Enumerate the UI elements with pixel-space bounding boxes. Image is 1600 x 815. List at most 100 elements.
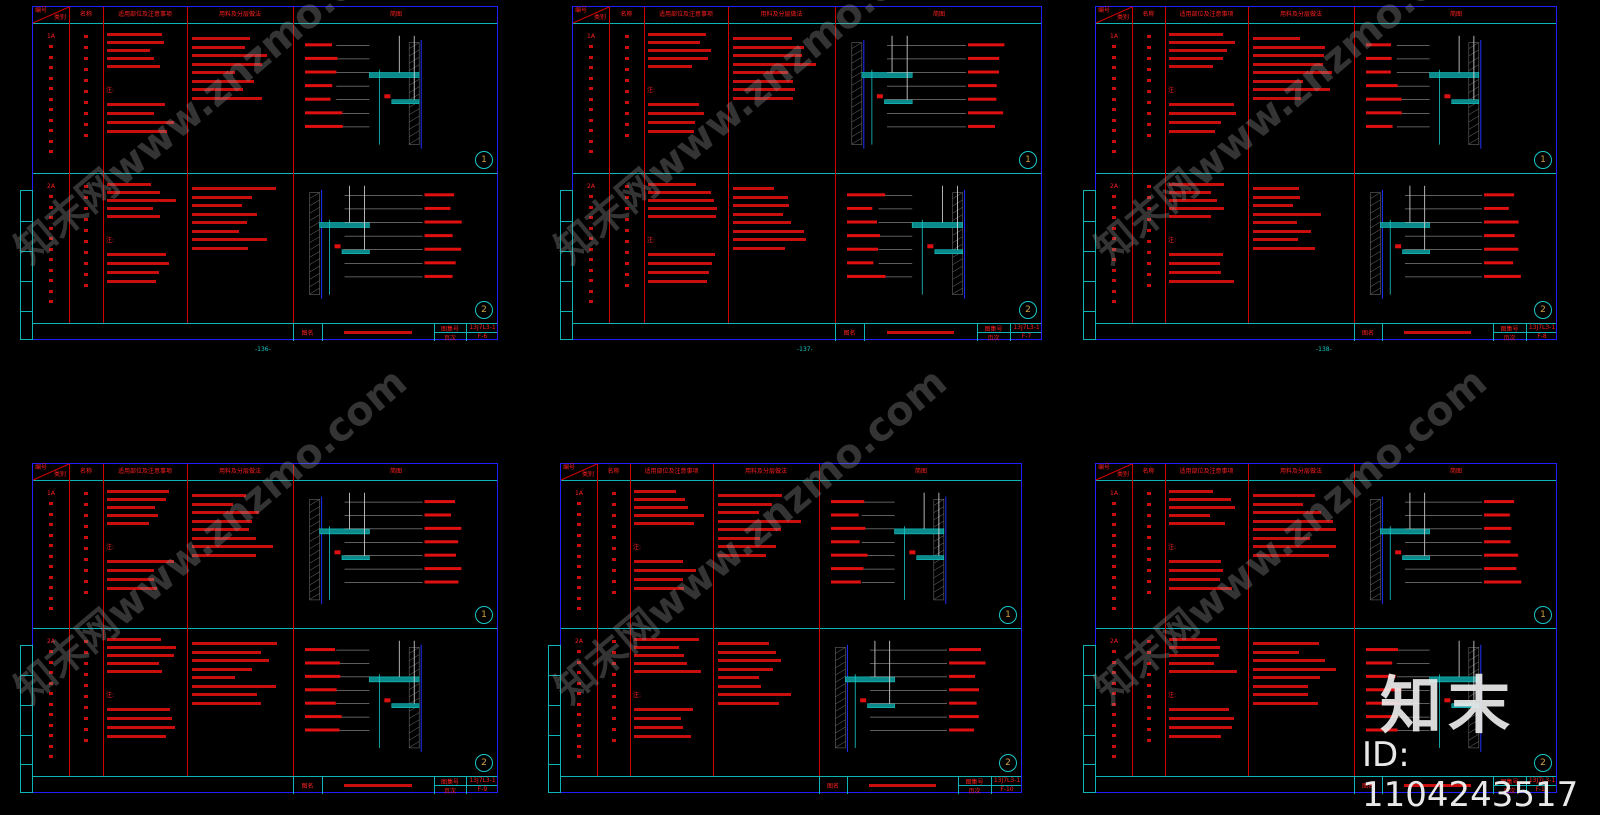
row-category-char — [49, 268, 53, 272]
wall-hatch — [1370, 593, 1381, 600]
materials-text-line — [192, 693, 257, 696]
usage-text-line — [634, 654, 685, 657]
header-sketch: 简图 — [932, 11, 945, 18]
row-name-char — [1146, 46, 1151, 49]
detail-number-circle: 1 — [999, 606, 1017, 624]
side-strip-divider — [21, 310, 32, 312]
wall-hatch — [309, 280, 320, 287]
usage-text-line — [107, 638, 161, 641]
note-text-line — [107, 253, 166, 256]
label-text-mark — [949, 661, 986, 665]
column-divider — [293, 464, 294, 776]
note-text-line — [1169, 130, 1215, 133]
note-text-line — [634, 717, 682, 720]
wall-hatch — [309, 287, 320, 295]
row-category-char — [49, 523, 53, 526]
fixing-clip — [1395, 244, 1402, 249]
row-name-char — [84, 240, 88, 243]
row-name-char — [611, 503, 616, 506]
row-category-char — [1112, 118, 1116, 122]
note-text-line — [107, 717, 172, 720]
row-category-char — [589, 45, 593, 48]
detail-number-circle: 1 — [475, 151, 493, 169]
materials-text-line — [733, 71, 788, 74]
side-strip-divider — [21, 734, 32, 736]
note-text-line — [634, 735, 692, 738]
drawing-sheet: 编号 类别 名称 适用部位及注意事项 用料及分层做法 简图 1A 注: 1 2A 注: 2 图名 图集号页… — [572, 6, 1042, 342]
label-text-mark — [1484, 206, 1509, 210]
wall-hatch — [309, 499, 320, 506]
label-text-mark — [949, 648, 981, 652]
wall-hatch — [309, 564, 320, 571]
usage-text-line — [1169, 646, 1220, 649]
wall-hatch — [1370, 221, 1381, 229]
row-category-char — [49, 97, 53, 101]
ceiling-slab — [861, 72, 913, 78]
note-text-line — [648, 262, 712, 265]
titleblock-page: F-7 — [1021, 333, 1032, 340]
materials-text-line — [1253, 511, 1322, 514]
label-text-mark — [1484, 220, 1519, 224]
materials-text-line — [1253, 187, 1300, 190]
titleblock-atlas-number: 13J7L3-1 — [469, 324, 496, 331]
row-category-char — [1112, 55, 1116, 59]
row-category-char — [49, 216, 53, 219]
label-text-mark — [305, 111, 343, 115]
materials-text-line — [192, 519, 252, 523]
side-strip-divider — [549, 764, 560, 766]
row-category-char — [589, 97, 593, 101]
row-category-char — [589, 279, 593, 282]
column-divider — [1165, 7, 1166, 323]
ceiling-slab — [319, 222, 370, 228]
row-category-char — [577, 607, 581, 610]
materials-text-line — [718, 519, 802, 523]
usage-text-line — [1169, 65, 1213, 68]
detail-drawing — [1370, 492, 1522, 604]
row-category-char — [49, 118, 53, 122]
row-name-char — [84, 207, 88, 210]
wall-hatch — [835, 741, 846, 748]
fixing-clip — [1444, 94, 1451, 99]
row-category-char — [49, 586, 53, 589]
row-category-char — [1112, 66, 1116, 69]
usage-text-line — [648, 65, 693, 68]
usage-text-line — [1169, 654, 1219, 657]
materials-text-line — [192, 212, 257, 216]
row-category-char — [1112, 502, 1116, 505]
fixing-clip — [1395, 550, 1402, 555]
titleblock-page-label: 页次 — [987, 335, 1000, 342]
header-sketch: 简图 — [1449, 11, 1462, 18]
row-category-char — [1112, 533, 1116, 537]
row-category-char — [49, 713, 53, 716]
label-text-mark — [1484, 526, 1512, 530]
wall-hatch — [1468, 123, 1479, 130]
header-code: 编号 — [563, 464, 576, 471]
materials-text-line — [1253, 684, 1308, 688]
row-category-char — [49, 533, 53, 537]
row-category-char — [589, 237, 593, 240]
materials-text-line — [1253, 37, 1300, 40]
detail-drawing — [847, 185, 966, 299]
note-text-line — [107, 112, 154, 115]
materials-text-line — [733, 204, 790, 207]
row-category-char — [577, 502, 581, 505]
note-text-line — [1169, 717, 1234, 720]
note-text-line — [634, 569, 696, 572]
row-category-char — [1112, 744, 1116, 748]
label-text-mark — [305, 701, 336, 705]
materials-text-line — [192, 701, 262, 705]
row-category-char — [577, 565, 581, 568]
row-category-char — [49, 226, 53, 230]
detail-number-circle: 1 — [1534, 151, 1552, 169]
label-text-mark — [1484, 580, 1522, 584]
row-category-char — [577, 586, 581, 589]
note-text-line — [1169, 726, 1232, 729]
wall-hatch — [409, 741, 420, 748]
row-category-char — [49, 150, 53, 153]
column-divider — [69, 7, 70, 323]
label-text-mark — [847, 274, 886, 278]
row-category-char — [1112, 205, 1116, 209]
materials-text-line — [718, 667, 773, 671]
wall-hatch — [1370, 528, 1381, 535]
label-text-mark — [967, 111, 1004, 115]
